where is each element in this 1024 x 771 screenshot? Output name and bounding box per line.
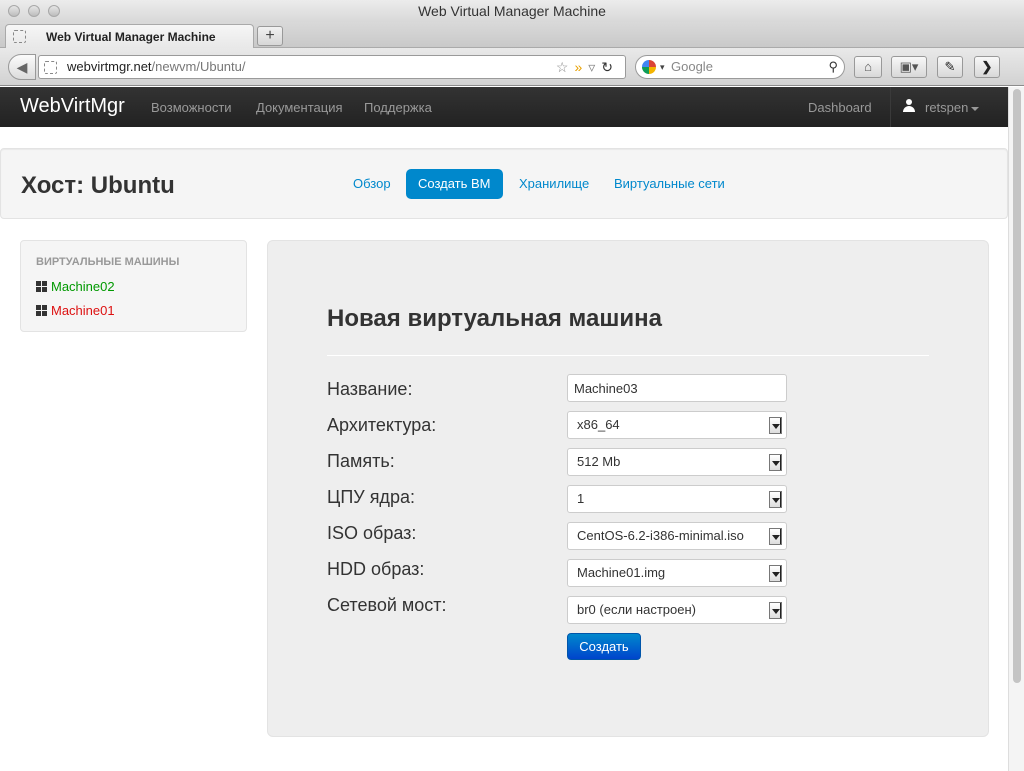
scrollbar-thumb[interactable]: [1013, 89, 1021, 683]
arrow-left-icon: ◀: [16, 59, 28, 75]
brand-logo[interactable]: WebVirtMgr: [20, 95, 125, 118]
select-arrow-icon: [769, 491, 782, 508]
vm-grid-icon: [36, 281, 47, 292]
bridge-select[interactable]: br0 (если настроен): [567, 596, 787, 624]
site-icon: [44, 61, 57, 74]
search-input[interactable]: ▾ Google ⚲: [635, 55, 845, 79]
name-label: Название:: [327, 379, 413, 399]
address-tools: ☆»▿↻: [556, 56, 619, 78]
browser-toolbar: ◀ webvirtmgr.net/newvm/Ubuntu/ ☆»▿↻ ▾ Go…: [0, 48, 1024, 86]
window-title: Web Virtual Manager Machine: [418, 3, 606, 19]
iso-label: ISO образ:: [327, 523, 417, 543]
caret-down-icon: [971, 106, 980, 111]
vm-name: Machine01: [51, 303, 115, 318]
vm-name: Machine02: [51, 279, 115, 294]
bridge-label: Сетевой мост:: [327, 595, 447, 615]
select-arrow-icon: [769, 565, 782, 582]
tab-overview[interactable]: Обзор: [341, 169, 403, 199]
nav-divider: [890, 87, 891, 127]
tab-virtual-networks[interactable]: Виртуальные сети: [602, 169, 737, 199]
vm-sidebar: Виртуальные машины Machine02 Machine01: [20, 240, 247, 332]
memory-select[interactable]: 512 Mb: [567, 448, 787, 476]
zoom-window-button[interactable]: [48, 5, 60, 17]
new-vm-panel: Новая виртуальная машина Название: Архит…: [267, 240, 989, 737]
bookmark-star-icon[interactable]: ☆: [556, 59, 575, 75]
form-title: Новая виртуальная машина: [327, 305, 662, 332]
bridge-value: br0 (если настроен): [577, 602, 696, 617]
arch-value: x86_64: [577, 417, 620, 432]
sidebar-item-machine02[interactable]: Machine02: [36, 279, 115, 294]
tab-title: Web Virtual Manager Machine: [46, 30, 216, 44]
minimize-window-button[interactable]: [28, 5, 40, 17]
vm-grid-icon: [36, 305, 47, 316]
more-tools-button[interactable]: ❯: [974, 56, 1000, 78]
iso-value: CentOS-6.2-i386-minimal.iso: [577, 528, 744, 543]
evernote-icon: ✎: [944, 59, 956, 74]
hdd-select[interactable]: Machine01.img: [567, 559, 787, 587]
search-icon[interactable]: ⚲: [828, 56, 838, 78]
user-icon: [903, 99, 915, 113]
back-button[interactable]: ◀: [8, 54, 36, 80]
cpu-select[interactable]: 1: [567, 485, 787, 513]
url-text: webvirtmgr.net/newvm/Ubuntu/: [67, 56, 245, 78]
hdd-value: Machine01.img: [577, 565, 666, 580]
sidebar-header: Виртуальные машины: [36, 256, 180, 268]
url-path: /newvm/Ubuntu/: [151, 59, 246, 74]
vm-name-input[interactable]: [567, 374, 787, 402]
url-host: webvirtmgr.net: [67, 59, 152, 74]
memory-value: 512 Mb: [577, 454, 621, 469]
create-button[interactable]: Создать: [567, 633, 641, 660]
user-name: retspen: [925, 100, 969, 115]
chevron-down-icon[interactable]: ▿: [588, 59, 601, 75]
memory-label: Память:: [327, 451, 395, 471]
select-arrow-icon: [769, 454, 782, 471]
select-arrow-icon: [769, 528, 782, 545]
host-header: Хост: Ubuntu Обзор Создать ВМ Хранилище …: [0, 148, 1008, 219]
divider: [327, 355, 929, 356]
home-button[interactable]: ⌂: [854, 56, 882, 78]
search-engine-caret-icon[interactable]: ▾: [660, 56, 665, 78]
tab-storage[interactable]: Хранилище: [507, 169, 601, 199]
nav-link-features[interactable]: Возможности: [151, 100, 232, 115]
iso-select[interactable]: CentOS-6.2-i386-minimal.iso: [567, 522, 787, 550]
page-title: Хост: Ubuntu: [21, 172, 175, 199]
page-scrollbar[interactable]: [1008, 87, 1024, 771]
user-menu[interactable]: retspen: [925, 100, 980, 115]
select-arrow-icon: [769, 417, 782, 434]
select-arrow-icon: [769, 602, 782, 619]
nav-link-support[interactable]: Поддержка: [364, 100, 432, 115]
hdd-label: HDD образ:: [327, 559, 425, 579]
google-icon: [642, 60, 656, 74]
close-window-button[interactable]: [8, 5, 20, 17]
browser-tab[interactable]: Web Virtual Manager Machine: [5, 24, 254, 48]
rss-icon[interactable]: »: [574, 59, 588, 75]
chevron-right-icon: ❯: [981, 59, 993, 74]
new-tab-button[interactable]: +: [257, 26, 283, 46]
search-placeholder: Google: [671, 59, 713, 74]
bookmarks-icon: ▣▾: [899, 59, 919, 74]
address-bar[interactable]: webvirtmgr.net/newvm/Ubuntu/ ☆»▿↻: [38, 55, 626, 79]
sidebar-item-machine01[interactable]: Machine01: [36, 303, 115, 318]
home-icon: ⌂: [864, 59, 872, 74]
window-titlebar: Web Virtual Manager Machine: [0, 0, 1024, 22]
cpu-label: ЦПУ ядра:: [327, 487, 415, 507]
arch-select[interactable]: x86_64: [567, 411, 787, 439]
arch-label: Архитектура:: [327, 415, 437, 435]
site-navbar: WebVirtMgr Возможности Документация Подд…: [0, 87, 1008, 127]
tab-bar: Web Virtual Manager Machine +: [0, 22, 1024, 48]
evernote-button[interactable]: ✎: [937, 56, 963, 78]
reload-icon[interactable]: ↻: [601, 59, 619, 75]
nav-link-docs[interactable]: Документация: [256, 100, 343, 115]
nav-link-dashboard[interactable]: Dashboard: [808, 100, 872, 115]
bookmarks-button[interactable]: ▣▾: [891, 56, 927, 78]
cpu-value: 1: [577, 491, 585, 506]
tab-create-vm[interactable]: Создать ВМ: [406, 169, 503, 199]
page-icon: [13, 30, 26, 43]
